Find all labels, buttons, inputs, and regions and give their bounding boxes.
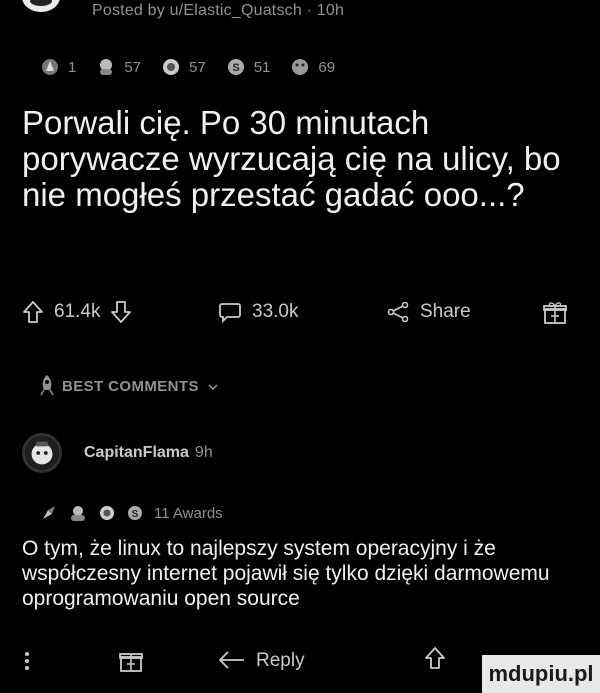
comment-give-award-button[interactable]: [118, 648, 144, 674]
give-award-button[interactable]: [542, 300, 568, 326]
rocket-sort-icon: [40, 375, 54, 396]
posted-by-line[interactable]: Posted by u/Elastic_Quatsch · 10h: [92, 2, 344, 20]
post-awards-row: 1 57 57 S 51 69: [40, 57, 349, 77]
vertical-dots-icon: [25, 652, 29, 670]
comment-sort-dropdown[interactable]: BEST COMMENTS: [62, 378, 219, 395]
wholesome-award-icon: [100, 59, 113, 75]
award-wholesome[interactable]: 57: [96, 57, 141, 77]
comment-upvote-button[interactable]: [424, 646, 446, 670]
wholesome-award-icon: [71, 506, 85, 521]
vote-group: 61.4k: [22, 300, 132, 324]
helpful-award-icon: [100, 506, 114, 520]
award-count: 57: [124, 58, 142, 76]
post-action-bar: 61.4k 33.0k Share: [22, 300, 582, 334]
chevron-down-icon: [208, 383, 218, 390]
upvote-count: 61.4k: [54, 301, 101, 322]
share-icon: [387, 301, 409, 323]
comment-body: O tym, że linux to najlepszy system oper…: [22, 537, 550, 610]
comments-button[interactable]: 33.0k: [218, 300, 298, 324]
helpful-award-icon: [163, 59, 180, 75]
rocket-award-icon: [42, 59, 58, 75]
hugz-award-icon: [292, 59, 309, 75]
reply-arrow-icon: [219, 651, 244, 669]
comment-age: 9h: [194, 444, 213, 461]
reply-label: Reply: [256, 650, 305, 671]
silver-award-icon: S: [128, 506, 142, 520]
downvote-arrow-icon[interactable]: [110, 300, 132, 324]
comment-awards-row[interactable]: S 11 Awards: [40, 504, 223, 522]
award-silver[interactable]: S 51: [226, 57, 271, 77]
commenter-username[interactable]: CapitanFlama: [84, 444, 189, 461]
silver-award-icon: S: [227, 59, 244, 75]
more-options-button[interactable]: [24, 650, 30, 672]
award-count: 51: [253, 58, 271, 76]
award-rocket[interactable]: 1: [40, 57, 76, 77]
comment-count: 33.0k: [252, 301, 299, 322]
comment-bubble-icon: [219, 303, 241, 324]
gift-icon: [119, 653, 143, 672]
watermark-logo: mdupiu.pl: [482, 655, 600, 693]
share-button[interactable]: Share: [386, 300, 471, 324]
commenter-avatar[interactable]: [22, 433, 62, 473]
sort-label: BEST COMMENTS: [62, 378, 199, 395]
post-title[interactable]: Porwali cię. Po 30 minutach porywacze wy…: [22, 105, 592, 213]
upvote-arrow-icon: [425, 647, 445, 669]
gift-icon: [543, 302, 567, 324]
share-label: Share: [420, 301, 471, 322]
award-count: 1: [68, 58, 77, 76]
award-hugz[interactable]: 69: [290, 57, 335, 77]
upvote-arrow-icon[interactable]: [22, 300, 44, 324]
award-count: 57: [189, 58, 206, 76]
svg-text:S: S: [132, 509, 139, 520]
reply-button[interactable]: Reply: [216, 648, 305, 674]
poster-avatar[interactable]: [22, 0, 60, 12]
comment-header: CapitanFlama 9h: [84, 444, 213, 462]
comment-awards-label: 11 Awards: [154, 504, 223, 522]
rocket-award-icon: [43, 506, 55, 519]
award-helpful[interactable]: 57: [161, 57, 206, 77]
svg-text:S: S: [232, 62, 239, 74]
award-count: 69: [318, 58, 336, 76]
